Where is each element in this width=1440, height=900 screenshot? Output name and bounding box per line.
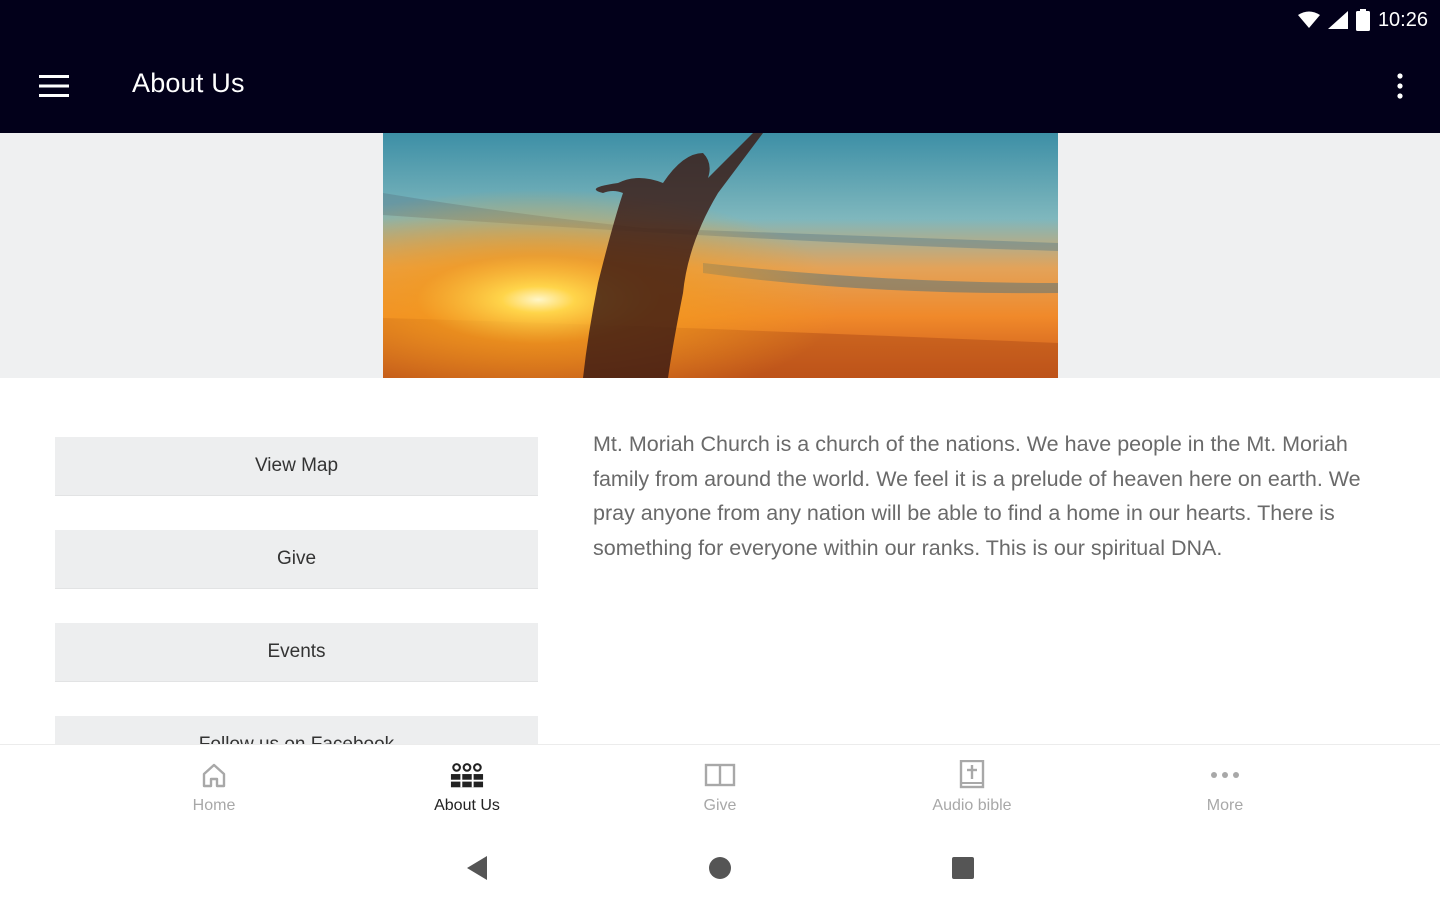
hamburger-icon bbox=[39, 75, 69, 97]
wifi-icon bbox=[1297, 11, 1320, 28]
menu-button[interactable] bbox=[30, 64, 78, 108]
nav-give-label: Give bbox=[703, 797, 737, 814]
nav-home-label: Home bbox=[192, 797, 236, 814]
nav-more[interactable]: More bbox=[1145, 759, 1305, 823]
give-label: Give bbox=[276, 548, 317, 569]
overflow-menu-button[interactable] bbox=[1384, 64, 1416, 108]
nav-audio-bible-label: Audio bible bbox=[932, 797, 1012, 814]
nav-home[interactable]: Home bbox=[134, 759, 294, 823]
back-button[interactable] bbox=[461, 852, 493, 884]
about-description: Mt. Moriah Church is a church of the nat… bbox=[593, 432, 1361, 560]
recents-button[interactable] bbox=[947, 852, 979, 884]
content-area: View Map Give Events Follow us on Facebo… bbox=[0, 380, 1440, 744]
home-circle-icon bbox=[709, 857, 731, 879]
more-horiz-icon bbox=[1208, 759, 1242, 791]
hero-image bbox=[383, 133, 1058, 378]
battery-icon bbox=[1355, 9, 1370, 31]
nav-audio-bible[interactable]: Audio bible bbox=[892, 759, 1052, 823]
view-map-label: View Map bbox=[254, 455, 339, 476]
events-label: Events bbox=[267, 641, 326, 662]
status-time: 10:26 bbox=[1377, 8, 1428, 31]
events-button[interactable]: Events bbox=[55, 623, 538, 682]
bible-icon bbox=[955, 759, 989, 791]
page-title: About Us bbox=[132, 68, 245, 98]
hero-band bbox=[0, 133, 1440, 378]
status-icons: 10:26 bbox=[1297, 6, 1428, 34]
book-open-icon bbox=[703, 759, 737, 791]
recents-square-icon bbox=[952, 857, 974, 879]
back-triangle-icon bbox=[467, 856, 487, 880]
facebook-label: Follow us on Facebook bbox=[199, 734, 394, 744]
nav-about-us-label: About Us bbox=[434, 797, 500, 814]
nav-more-label: More bbox=[1206, 797, 1244, 814]
home-icon bbox=[197, 759, 231, 791]
app-bar: About Us bbox=[0, 40, 1440, 133]
view-map-button[interactable]: View Map bbox=[55, 437, 538, 496]
people-icon bbox=[450, 759, 484, 791]
nav-give[interactable]: Give bbox=[640, 759, 800, 823]
home-system-button[interactable] bbox=[704, 852, 736, 884]
nav-about-us[interactable]: About Us bbox=[387, 759, 547, 823]
signal-icon bbox=[1327, 11, 1348, 29]
give-button[interactable]: Give bbox=[55, 530, 538, 589]
bottom-nav: Home About Us Give Audio bible More bbox=[0, 744, 1440, 837]
system-nav bbox=[0, 836, 1440, 900]
facebook-button[interactable]: Follow us on Facebook bbox=[55, 716, 538, 744]
more-vert-icon bbox=[1397, 73, 1403, 99]
status-bar: 10:26 bbox=[0, 0, 1440, 40]
